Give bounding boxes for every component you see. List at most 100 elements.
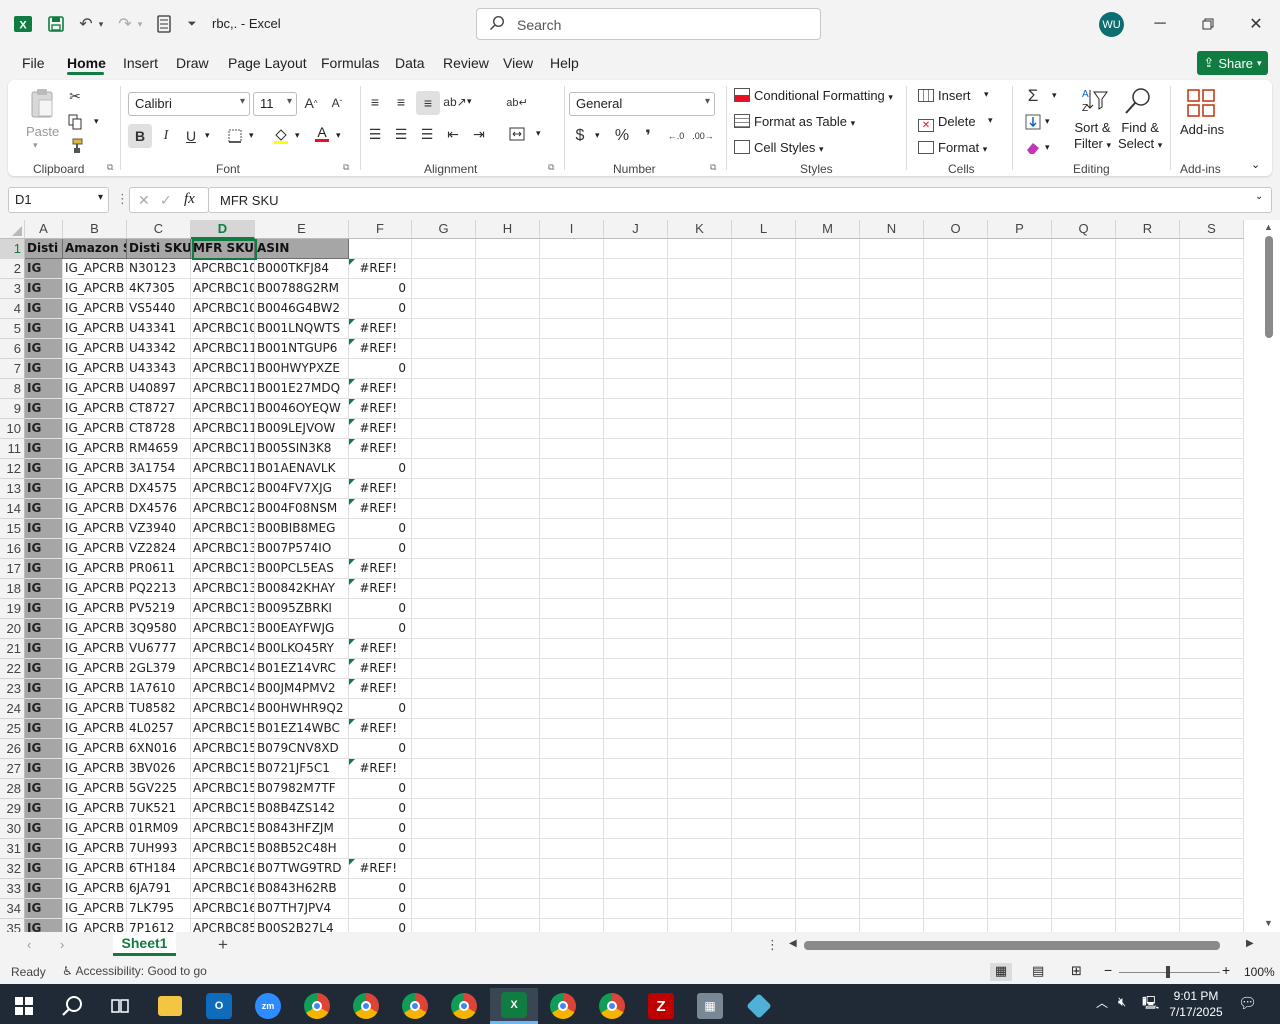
table-cell[interactable]: IG_APCRB [63,359,127,379]
grid-cell[interactable] [924,779,988,799]
table-cell[interactable]: IG [25,559,63,579]
grid-cell[interactable] [860,379,924,399]
autosum-icon[interactable]: Σ [1022,85,1044,107]
grid-cell[interactable] [732,899,796,919]
grid-cell[interactable] [604,259,668,279]
grid-cell[interactable] [476,319,540,339]
row-header[interactable]: 13 [0,479,25,499]
error-indicator-icon[interactable] [349,579,355,585]
table-cell[interactable]: APCRBC16 [191,859,255,879]
grid-cell[interactable] [668,519,732,539]
grid-cell[interactable] [1116,699,1180,719]
volume-muted-icon[interactable]: 🔇︎ [1118,994,1126,1010]
grid-cell[interactable] [1180,879,1244,899]
grid-cell[interactable] [1180,719,1244,739]
grid-cell[interactable] [604,759,668,779]
table-cell[interactable]: B00S2B27L4 [255,919,349,932]
grid-cell[interactable] [668,699,732,719]
grid-cell[interactable] [988,619,1052,639]
grid-cell[interactable] [860,679,924,699]
grid-cell[interactable] [924,459,988,479]
table-cell[interactable]: IG [25,399,63,419]
grid-cell[interactable] [604,639,668,659]
grid-cell[interactable] [860,279,924,299]
grid-cell[interactable] [540,579,604,599]
grid-cell[interactable] [412,459,476,479]
grid-cell[interactable] [476,459,540,479]
table-cell[interactable]: B00HWHR9Q2 [255,699,349,719]
grid-cell[interactable] [732,759,796,779]
grid-cell[interactable] [668,739,732,759]
grid-cell[interactable] [796,579,860,599]
grid-cell[interactable] [732,719,796,739]
error-indicator-icon[interactable] [349,419,355,425]
grid-cell[interactable] [540,359,604,379]
table-cell[interactable]: APCRBC11 [191,399,255,419]
table-cell[interactable]: 0 [349,879,412,899]
table-cell[interactable]: IG_APCRB [63,859,127,879]
table-cell[interactable]: #REF! [349,319,412,339]
grid-cell[interactable] [860,459,924,479]
grid-cell[interactable] [732,279,796,299]
table-cell[interactable]: B00LKO45RY [255,639,349,659]
grid-cell[interactable] [796,659,860,679]
grid-cell[interactable] [924,419,988,439]
row-header[interactable]: 20 [0,619,25,639]
grid-cell[interactable] [1116,239,1180,259]
grid-cell[interactable] [540,879,604,899]
table-cell[interactable]: #REF! [349,479,412,499]
grid-cell[interactable] [860,479,924,499]
grid-cell[interactable] [732,639,796,659]
grid-cell[interactable] [988,419,1052,439]
scroll-up-icon[interactable]: ▲ [1264,222,1273,232]
name-box[interactable]: D1 ▾ [8,187,109,213]
table-cell[interactable]: 0 [349,899,412,919]
table-cell[interactable]: IG_APCRB [63,659,127,679]
table-cell[interactable]: 5GV225 [127,779,191,799]
grid-cell[interactable] [668,899,732,919]
grid-cell[interactable] [1116,839,1180,859]
table-cell[interactable]: 0 [349,359,412,379]
scroll-down-icon[interactable]: ▼ [1264,918,1273,928]
grid-cell[interactable] [860,359,924,379]
scroll-left-icon[interactable]: ◀ [789,938,797,949]
sort-filter-icon[interactable]: AZ [1076,84,1110,118]
clear-icon[interactable] [1022,137,1044,159]
number-format-combo[interactable]: General ▾ [569,92,715,116]
table-cell[interactable]: IG_APCRB [63,679,127,699]
merge-dropdown-icon[interactable]: ▾ [536,128,541,139]
grid-cell[interactable] [1052,839,1116,859]
grid-cell[interactable] [476,619,540,639]
table-cell[interactable]: APCRBC13 [191,599,255,619]
table-cell[interactable]: IG [25,319,63,339]
increase-indent-icon[interactable]: ⇥ [468,123,490,145]
table-cell[interactable]: 0 [349,699,412,719]
save-icon[interactable] [44,12,68,36]
grid-cell[interactable] [988,639,1052,659]
column-header-q[interactable]: Q [1052,220,1116,239]
more-options-icon[interactable]: ⋮ [116,191,129,207]
grid-cell[interactable] [412,499,476,519]
grid-cell[interactable] [540,919,604,932]
row-header[interactable]: 7 [0,359,25,379]
zoom-app-icon[interactable]: zm [248,988,288,1024]
expand-formula-bar-icon[interactable]: ⌄ [1255,191,1263,202]
grid-cell[interactable] [668,919,732,932]
row-header[interactable]: 33 [0,879,25,899]
grid-cell[interactable] [604,699,668,719]
table-cell[interactable]: APCRBC16 [191,899,255,919]
grid-cell[interactable] [1180,379,1244,399]
grid-cell[interactable] [1180,679,1244,699]
vertical-scrollbar[interactable]: ▲ ▼ [1258,220,1280,932]
grid-cell[interactable] [1052,759,1116,779]
grid-cell[interactable] [732,659,796,679]
table-cell[interactable]: 3A1754 [127,459,191,479]
grid-cell[interactable] [796,599,860,619]
column-header-h[interactable]: H [476,220,540,239]
grid-cell[interactable] [796,379,860,399]
column-header-l[interactable]: L [732,220,796,239]
grid-cell[interactable] [732,379,796,399]
grid-cell[interactable] [988,899,1052,919]
grid-cell[interactable] [668,479,732,499]
grid-cell[interactable] [1180,839,1244,859]
